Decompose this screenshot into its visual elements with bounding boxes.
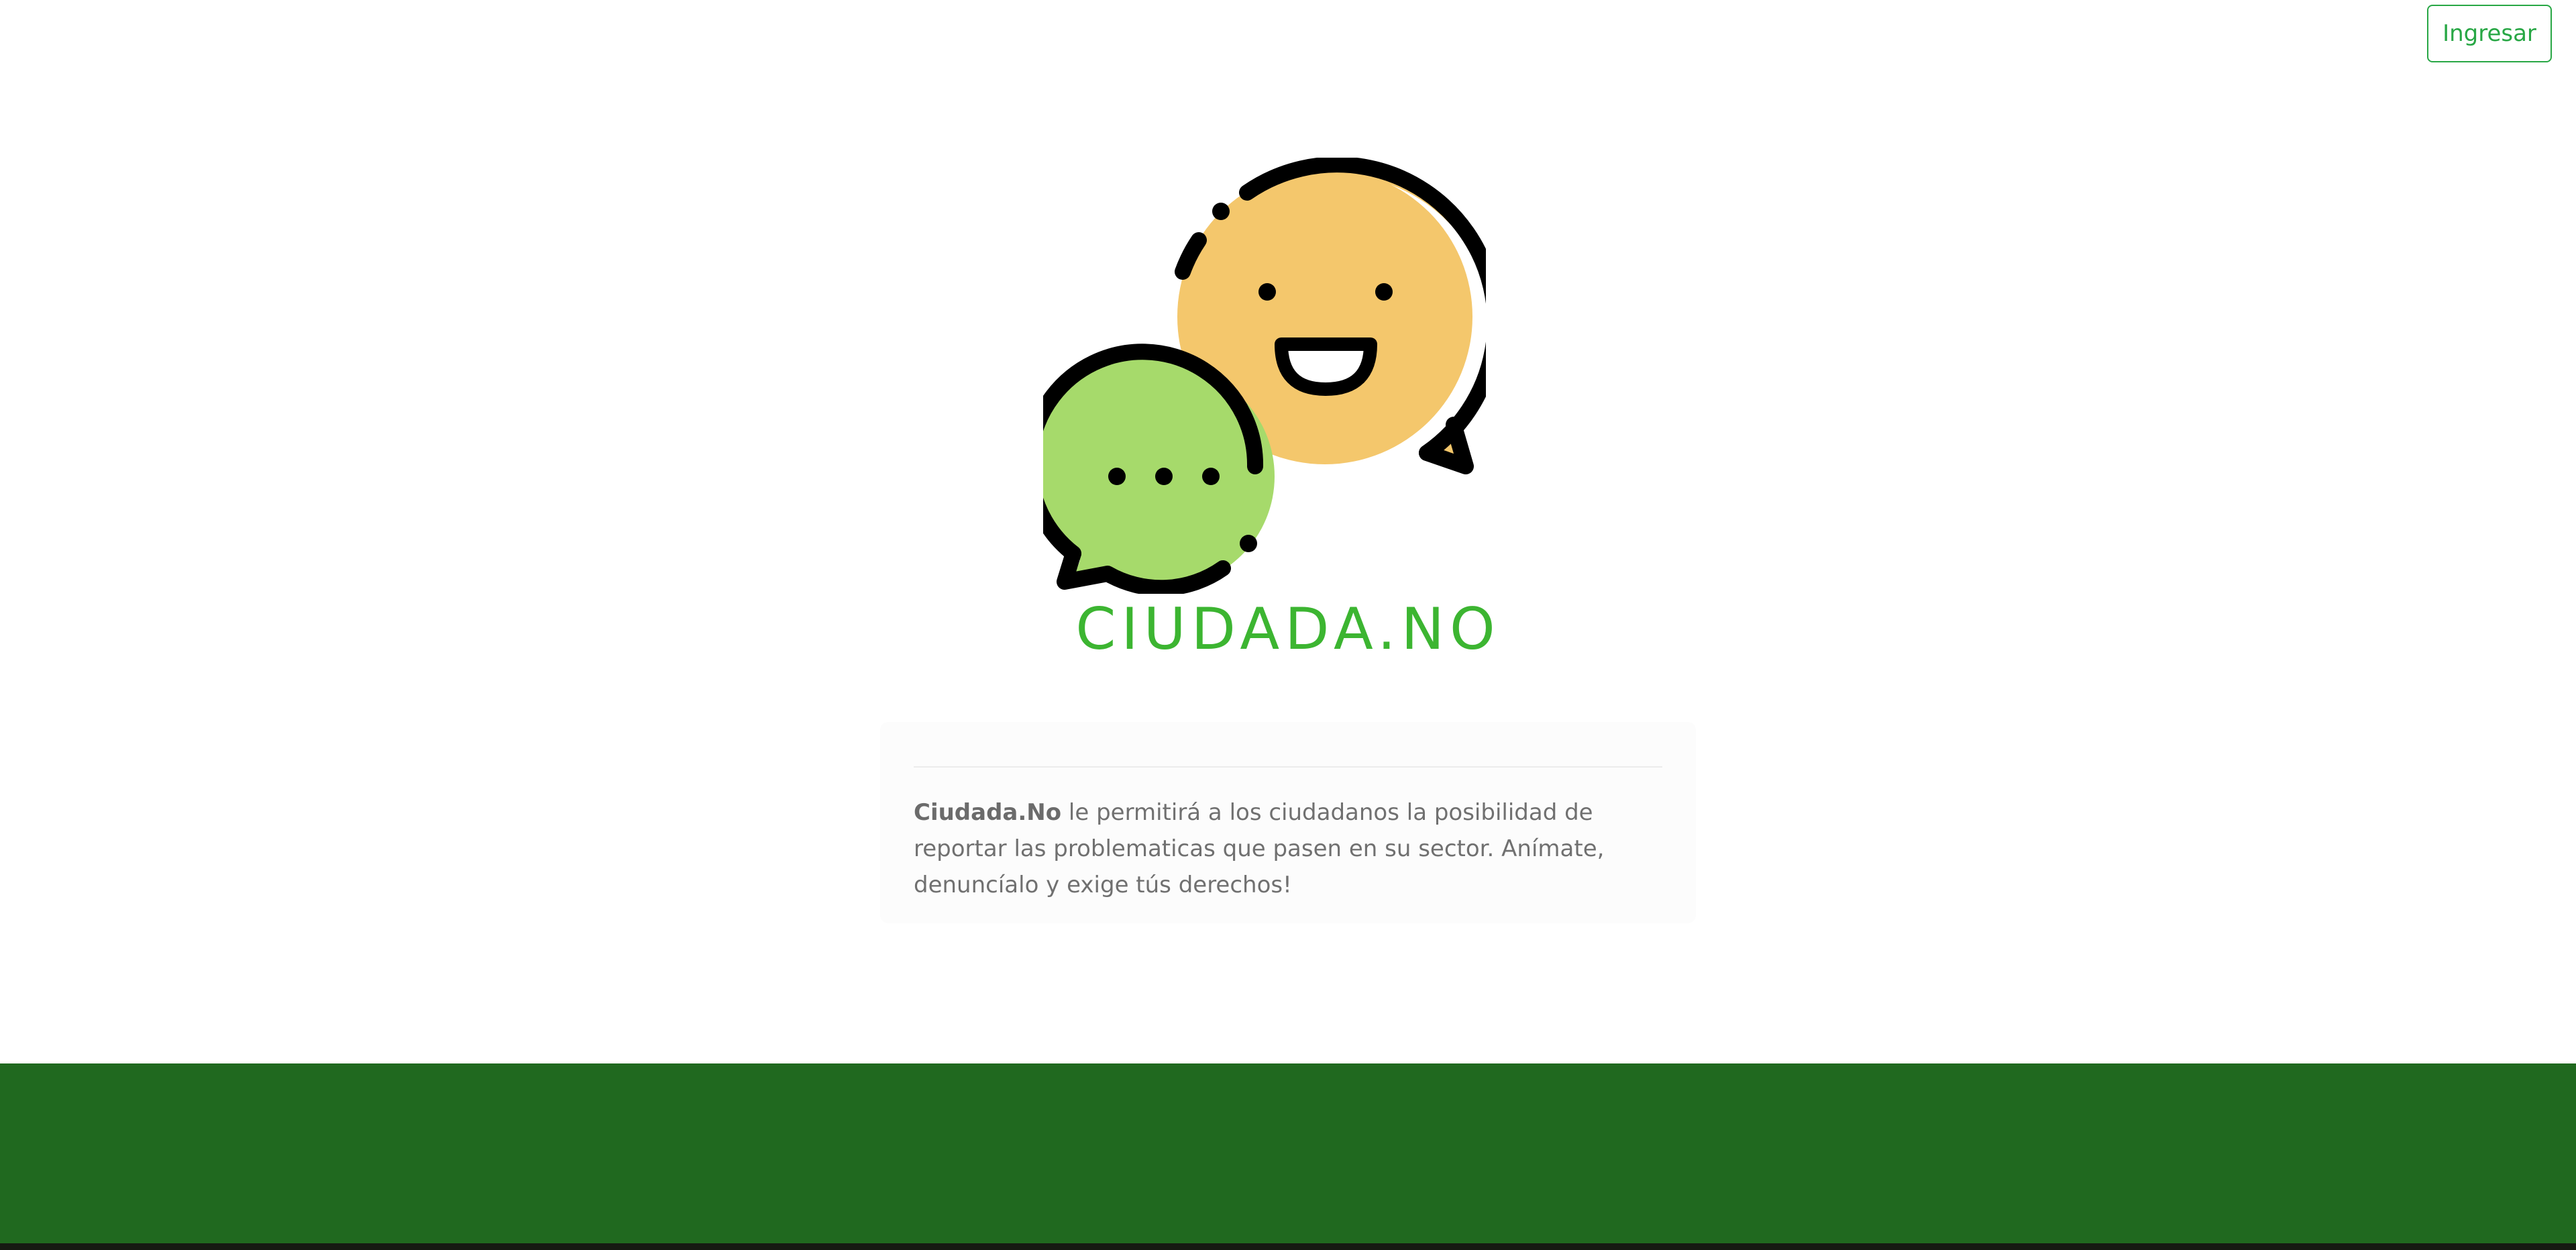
description-text: Ciudada.No le permitirá a los ciudadanos… [914, 794, 1676, 903]
divider [914, 766, 1662, 768]
footer-band [0, 1063, 2576, 1243]
footer-bottom-strip [0, 1243, 2576, 1250]
brand-title: CIUDADA.NO [1075, 596, 1501, 663]
landing-page: Ingresar CIUDADA.NO Ciudada.No le permit… [0, 0, 2576, 1250]
description-card: Ciudada.No le permitirá a los ciudadanos… [880, 722, 1696, 923]
login-button[interactable]: Ingresar [2427, 5, 2552, 62]
chat-bubbles-icon [1043, 158, 1486, 594]
brand-name: Ciudada.No [914, 799, 1062, 826]
